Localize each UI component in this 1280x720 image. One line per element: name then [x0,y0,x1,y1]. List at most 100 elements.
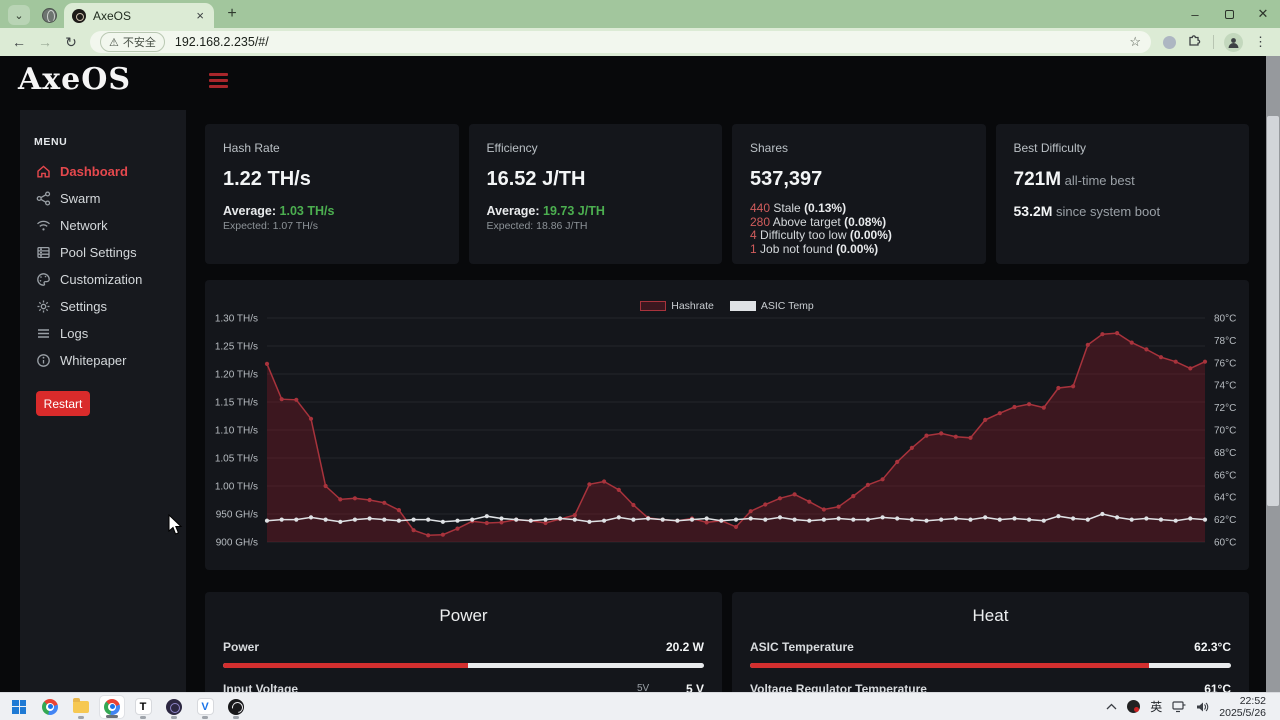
new-tab-button[interactable]: + [220,2,244,26]
bookmark-star-icon[interactable]: ☆ [1129,34,1141,50]
security-chip[interactable]: ⚠ 不安全 [100,32,165,52]
asic-temperature-label: ASIC Temperature [750,640,854,654]
dark-app-icon [166,699,182,715]
chrome-icon [42,699,58,715]
taskbar-icons: T V [6,695,249,719]
url-text[interactable]: 192.168.2.235/#/ [175,35,1129,49]
svg-text:66°C: 66°C [1214,470,1236,481]
hashrate-swatch [640,301,666,311]
network-icon[interactable] [1172,701,1186,713]
svg-text:68°C: 68°C [1214,448,1236,459]
svg-text:900 GH/s: 900 GH/s [216,538,258,549]
svg-text:74°C: 74°C [1214,381,1236,392]
svg-text:1.25 TH/s: 1.25 TH/s [215,342,258,353]
taskbar-dark-app[interactable] [161,695,187,719]
close-button[interactable]: ✕ [1246,0,1280,28]
efficiency-value: 16.52 J/TH [487,168,705,191]
warning-icon: ⚠ [109,36,119,49]
sidebar-item-logs[interactable]: Logs [32,320,174,347]
taskbar-chrome-active[interactable] [99,695,125,719]
shares-value: 537,397 [750,168,968,191]
sidebar-item-customization[interactable]: Customization [32,266,174,293]
page-scrollbar[interactable] [1266,56,1280,692]
extension-icon[interactable] [1163,36,1176,49]
taskbar-v-app[interactable]: V [192,695,218,719]
minimize-button[interactable]: – [1178,0,1212,28]
taskbar-file-explorer[interactable] [68,695,94,719]
start-button[interactable] [6,695,32,719]
input-voltage-scale-label: 5V [637,683,649,692]
best-difficulty-value: 721M [1014,169,1062,190]
tray-obs-icon[interactable] [1127,700,1140,713]
sidebar-item-pool-settings[interactable]: Pool Settings [32,239,174,266]
ime-indicator[interactable]: 英 [1150,698,1162,715]
tray-expand-icon[interactable] [1106,703,1117,710]
sidebar-nav: Dashboard Swarm Network Pool Settings Cu… [32,158,174,374]
list-icon [36,326,51,341]
v-app-icon: V [197,698,214,715]
profile-avatar[interactable] [1224,33,1243,52]
speaker-icon[interactable] [1196,701,1209,713]
back-button[interactable]: ← [6,30,32,54]
svg-text:1.05 TH/s: 1.05 TH/s [215,454,258,465]
asic-temperature-value: 62.3°C [1194,640,1231,654]
tab-search-button[interactable]: ⌄ [8,5,30,25]
browser-tab-axeos[interactable]: AxeOS × [64,3,214,28]
server-icon [36,245,51,260]
taskbar-clock[interactable]: 22:52 2025/5/26 [1219,695,1266,719]
share-stat-above-target: 280 Above target (0.08%) [750,216,968,230]
folder-icon [73,701,89,713]
globe-icon [42,8,57,23]
taskbar-chrome[interactable] [37,695,63,719]
window-controls: – ✕ [1178,0,1280,28]
taskbar-obs[interactable] [223,695,249,719]
app-logo: AxeOS [18,62,131,97]
hashrate-chart-card: Hashrate ASIC Temp 1.30 TH/s1.25 TH/s1.2… [205,280,1249,570]
input-voltage-label: Input Voltage [223,682,298,692]
asic-temp-swatch [730,301,756,311]
svg-text:1.30 TH/s: 1.30 TH/s [215,314,258,325]
sidebar-item-settings[interactable]: Settings [32,293,174,320]
restart-button[interactable]: Restart [36,391,90,416]
reload-button[interactable]: ↻ [58,30,84,54]
sidebar-item-whitepaper[interactable]: Whitepaper [32,347,174,374]
sidebar-item-dashboard[interactable]: Dashboard [32,158,174,185]
browser-menu-icon[interactable]: ⋮ [1247,34,1274,50]
scrollbar-thumb[interactable] [1267,116,1279,506]
shares-card-title: Shares [750,141,968,155]
gear-icon [36,299,51,314]
sidebar-item-swarm[interactable]: Swarm [32,185,174,212]
extensions-puzzle-icon[interactable] [1187,32,1202,52]
power-card: Power Power 20.2 W Input Voltage 5 V 5V [205,592,722,692]
tab-close-icon[interactable]: × [194,8,206,23]
hashrate-average-value: 1.03 TH/s [280,204,335,218]
power-value: 20.2 W [666,640,704,654]
pinned-tab[interactable] [34,3,64,28]
svg-text:950 GH/s: 950 GH/s [216,510,258,521]
forward-button[interactable]: → [32,30,58,54]
chrome-icon [104,699,120,715]
input-voltage-value: 5 V [686,682,704,692]
security-label: 不安全 [123,34,156,50]
menu-toggle-icon[interactable] [209,73,228,88]
sidebar-item-network[interactable]: Network [32,212,174,239]
svg-text:64°C: 64°C [1214,493,1236,504]
tab-title: AxeOS [93,9,187,23]
home-icon [36,164,51,179]
menu-header: MENU [34,136,174,148]
legend-hashrate: Hashrate [640,300,714,312]
mouse-cursor [168,514,184,536]
hashrate-expected: Expected: 1.07 TH/s [223,220,441,232]
address-bar[interactable]: ⚠ 不安全 192.168.2.235/#/ ☆ [90,31,1151,53]
system-tray: 英 22:52 2025/5/26 [1106,695,1274,719]
heat-card: Heat ASIC Temperature 62.3°C Voltage Reg… [732,592,1249,692]
browser-toolbar: ← → ↻ ⚠ 不安全 192.168.2.235/#/ ☆ ⋮ [0,28,1280,56]
taskbar-text-app[interactable]: T [130,695,156,719]
windows-taskbar: T V 英 22:52 2025/5/26 [0,692,1280,720]
obs-icon [228,699,244,715]
chart-legend: Hashrate ASIC Temp [205,300,1249,312]
efficiency-expected: Expected: 18.86 J/TH [487,220,705,232]
hashrate-value: 1.22 TH/s [223,168,441,191]
power-label: Power [223,640,259,654]
restore-button[interactable] [1212,0,1246,28]
